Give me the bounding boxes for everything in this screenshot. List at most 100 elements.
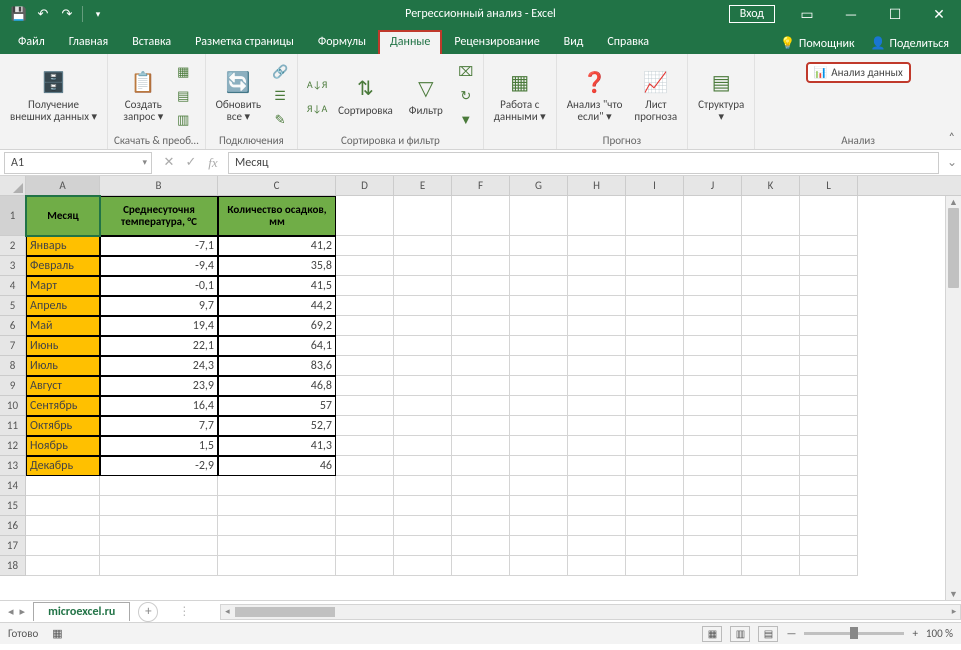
precipitation-cell[interactable]: 41,2 — [218, 236, 336, 256]
cell[interactable] — [568, 236, 626, 256]
scroll-thumb[interactable] — [948, 208, 959, 288]
cell[interactable] — [684, 496, 742, 516]
new-query-button[interactable]: 📋 Создать запрос ▾ — [118, 67, 168, 125]
cell[interactable] — [452, 376, 510, 396]
cell[interactable] — [394, 356, 452, 376]
cell[interactable] — [218, 476, 336, 496]
cell[interactable] — [684, 316, 742, 336]
cell[interactable] — [394, 516, 452, 536]
cell[interactable] — [452, 236, 510, 256]
row-header-2[interactable]: 2 — [0, 236, 26, 256]
cell[interactable] — [626, 196, 684, 236]
cell[interactable] — [336, 356, 394, 376]
sheet-prev-icon[interactable]: ◂ — [6, 605, 16, 618]
month-cell[interactable]: Февраль — [26, 256, 100, 276]
cell[interactable] — [684, 416, 742, 436]
cell[interactable] — [394, 416, 452, 436]
cell[interactable] — [26, 496, 100, 516]
month-cell[interactable]: Сентябрь — [26, 396, 100, 416]
cell[interactable] — [568, 516, 626, 536]
select-all-button[interactable] — [0, 176, 26, 196]
cell[interactable] — [452, 256, 510, 276]
show-queries-icon[interactable]: ▦ — [172, 61, 194, 83]
precipitation-cell[interactable]: 52,7 — [218, 416, 336, 436]
qat-customize-icon[interactable]: ▾ — [87, 3, 109, 25]
edit-links-icon[interactable]: ✎ — [269, 109, 291, 131]
scroll-down-icon[interactable]: ▼ — [946, 588, 961, 600]
sheet-tab[interactable]: microexcel.ru — [33, 602, 130, 621]
cell[interactable] — [800, 276, 858, 296]
cell[interactable] — [626, 396, 684, 416]
cell[interactable] — [626, 256, 684, 276]
cell[interactable] — [626, 516, 684, 536]
cell[interactable] — [452, 456, 510, 476]
cell[interactable] — [510, 196, 568, 236]
column-header-H[interactable]: H — [568, 176, 626, 195]
cell[interactable] — [800, 456, 858, 476]
cell[interactable] — [684, 296, 742, 316]
column-header-C[interactable]: C — [218, 176, 336, 195]
cell[interactable] — [510, 356, 568, 376]
cell[interactable] — [394, 556, 452, 576]
zoom-out-button[interactable]: — — [786, 627, 796, 640]
cell[interactable] — [742, 516, 800, 536]
temperature-cell[interactable]: 24,3 — [100, 356, 218, 376]
header-cell[interactable]: Количество осадков, мм — [218, 196, 336, 236]
ribbon-display-icon[interactable]: ▭ — [785, 0, 829, 28]
cell[interactable] — [626, 416, 684, 436]
tab-formulas[interactable]: Формулы — [306, 30, 378, 54]
cell[interactable] — [568, 536, 626, 556]
temperature-cell[interactable]: -9,4 — [100, 256, 218, 276]
cell[interactable] — [510, 516, 568, 536]
cell[interactable] — [742, 396, 800, 416]
cancel-formula-icon[interactable]: ✕ — [158, 152, 180, 174]
precipitation-cell[interactable]: 44,2 — [218, 296, 336, 316]
cell[interactable] — [800, 336, 858, 356]
row-header-6[interactable]: 6 — [0, 316, 26, 336]
page-layout-view-button[interactable]: ▥ — [730, 626, 750, 642]
cell[interactable] — [394, 236, 452, 256]
month-cell[interactable]: Июль — [26, 356, 100, 376]
cell[interactable] — [800, 496, 858, 516]
cell[interactable] — [100, 476, 218, 496]
cell[interactable] — [100, 496, 218, 516]
cell[interactable] — [336, 376, 394, 396]
cell[interactable] — [800, 236, 858, 256]
cell[interactable] — [336, 516, 394, 536]
horizontal-scrollbar[interactable]: ◂ ▸ — [220, 604, 961, 620]
cell[interactable] — [742, 556, 800, 576]
cell[interactable] — [568, 356, 626, 376]
cell[interactable] — [742, 476, 800, 496]
cell[interactable] — [800, 196, 858, 236]
new-sheet-button[interactable]: + — [138, 602, 158, 622]
cell[interactable] — [26, 516, 100, 536]
cell[interactable] — [800, 396, 858, 416]
enter-formula-icon[interactable]: ✓ — [180, 152, 202, 174]
cell[interactable] — [510, 416, 568, 436]
header-cell[interactable]: Месяц — [26, 196, 100, 236]
cell[interactable] — [336, 196, 394, 236]
row-header-16[interactable]: 16 — [0, 516, 26, 536]
row-header-8[interactable]: 8 — [0, 356, 26, 376]
cell[interactable] — [26, 556, 100, 576]
column-header-I[interactable]: I — [626, 176, 684, 195]
filter-button[interactable]: ▽ Фильтр — [401, 73, 451, 119]
cell[interactable] — [742, 296, 800, 316]
cell[interactable] — [568, 376, 626, 396]
row-header-17[interactable]: 17 — [0, 536, 26, 556]
month-cell[interactable]: Апрель — [26, 296, 100, 316]
cell[interactable] — [452, 336, 510, 356]
cell[interactable] — [568, 336, 626, 356]
cell[interactable] — [100, 536, 218, 556]
row-header-18[interactable]: 18 — [0, 556, 26, 576]
zoom-level[interactable]: 100 % — [926, 627, 953, 640]
column-header-B[interactable]: B — [100, 176, 218, 195]
month-cell[interactable]: Май — [26, 316, 100, 336]
tell-me-button[interactable]: 💡Помощник — [774, 33, 861, 54]
cell[interactable] — [394, 396, 452, 416]
cell[interactable] — [336, 536, 394, 556]
cell[interactable] — [684, 376, 742, 396]
cell[interactable] — [336, 556, 394, 576]
cell[interactable] — [452, 416, 510, 436]
cell[interactable] — [510, 236, 568, 256]
